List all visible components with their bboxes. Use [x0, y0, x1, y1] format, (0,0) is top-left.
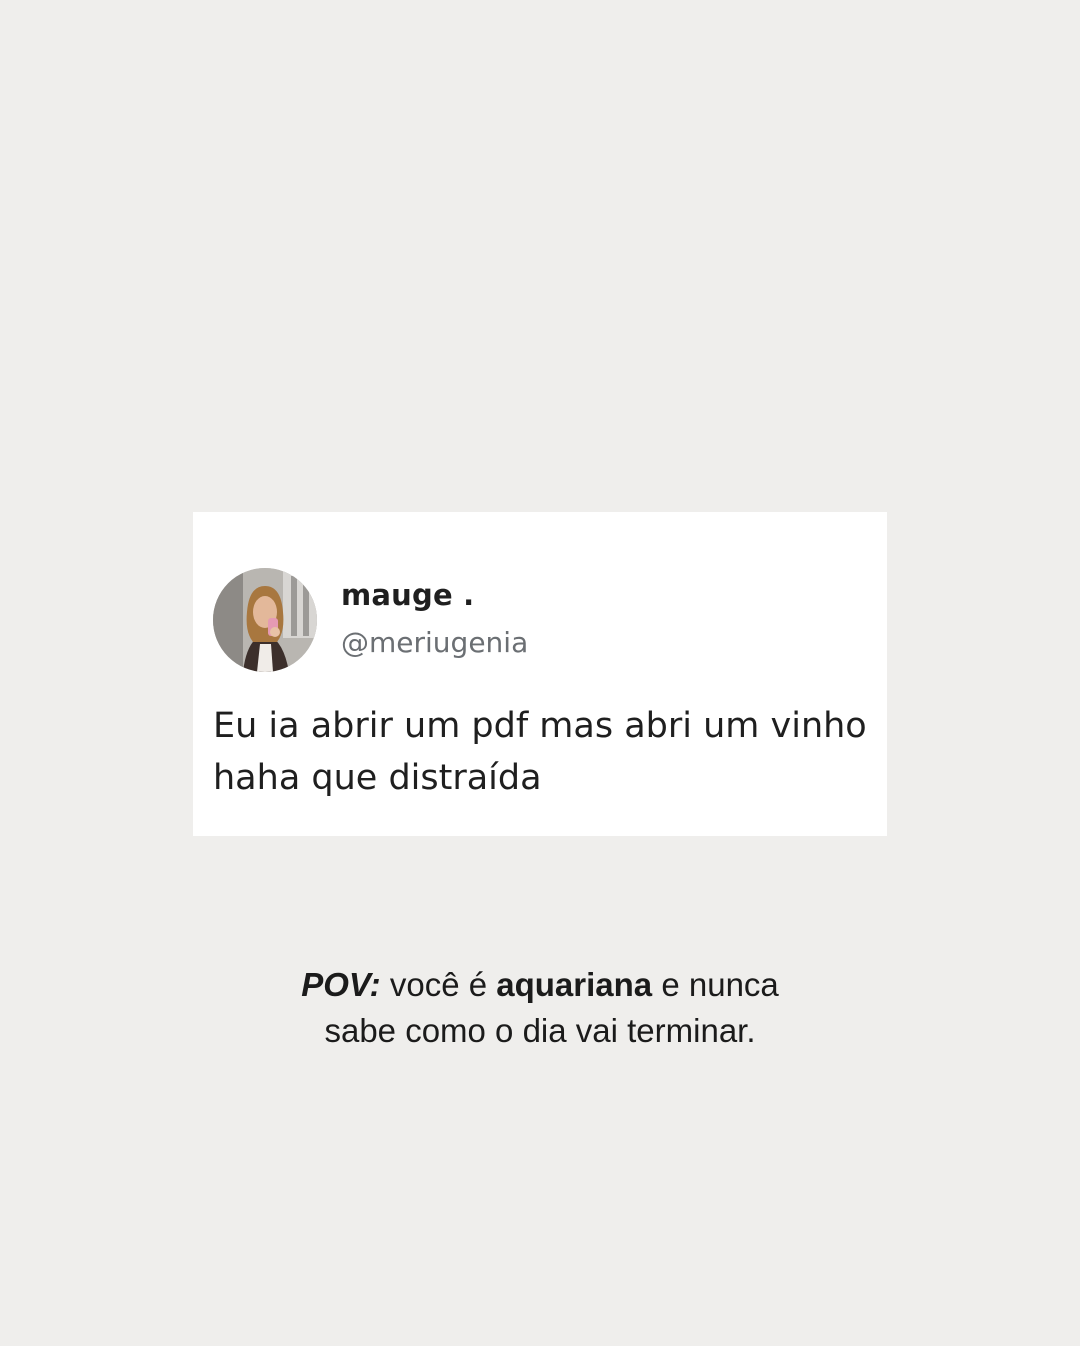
tweet-text-line-2: haha que distraída	[213, 758, 542, 798]
caption-text-1: você é	[380, 966, 497, 1003]
display-name[interactable]: mauge .	[341, 578, 474, 612]
profile-photo-icon	[213, 568, 317, 672]
tweet-text-line-1: Eu ia abrir um pdf mas abri um vinho	[213, 706, 867, 746]
pov-label: POV:	[301, 966, 381, 1003]
caption-bold-word: aquariana	[496, 966, 653, 1003]
avatar[interactable]	[213, 568, 317, 672]
user-handle[interactable]: @meriugenia	[341, 626, 528, 659]
tweet-text: Eu ia abrir um pdf mas abri um vinho hah…	[213, 700, 873, 804]
caption-text-2: e nunca	[652, 966, 779, 1003]
caption: POV: você é aquariana e nunca sabe como …	[0, 962, 1080, 1054]
caption-line-1: POV: você é aquariana e nunca	[0, 962, 1080, 1008]
tweet-card: mauge . @meriugenia Eu ia abrir um pdf m…	[193, 512, 887, 836]
caption-line-2: sabe como o dia vai terminar.	[324, 1012, 756, 1049]
